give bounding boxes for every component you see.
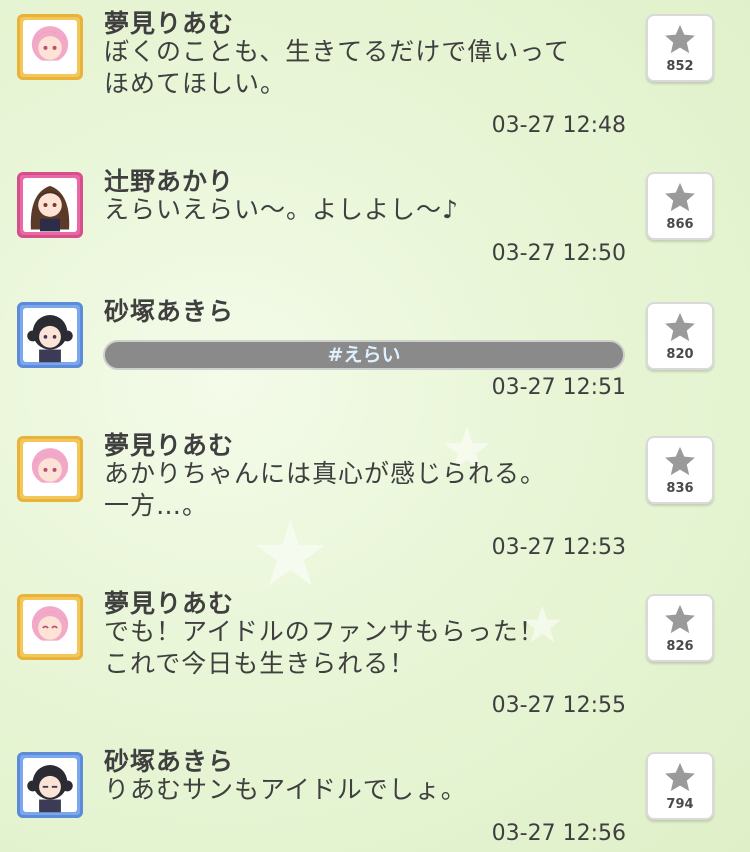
like-button[interactable]: 794 — [646, 752, 714, 820]
poster-name: 夢見りあむ — [104, 9, 235, 38]
star-icon — [665, 604, 695, 634]
timestamp: 03-27 12:55 — [491, 693, 626, 718]
timestamp: 03-27 12:48 — [491, 113, 626, 138]
timestamp: 03-27 12:56 — [491, 821, 626, 846]
like-count: 826 — [666, 639, 694, 654]
poster-name: 夢見りあむ — [104, 431, 235, 460]
hashtag-text: #えらい — [327, 344, 401, 366]
riamu-avatar[interactable] — [17, 436, 83, 502]
like-button[interactable]: 852 — [646, 14, 714, 82]
like-count: 836 — [666, 481, 694, 496]
akari-avatar[interactable] — [17, 172, 83, 238]
star-icon — [665, 24, 695, 54]
like-count: 852 — [666, 59, 694, 74]
riamu-avatar[interactable] — [17, 594, 83, 660]
like-button[interactable]: 866 — [646, 172, 714, 240]
poster-name: 辻野あかり — [104, 167, 235, 196]
message-text: えらいえらい〜。よしよし〜♪ — [104, 195, 459, 224]
message-text: りあむサンもアイドルでしょ。 — [104, 775, 467, 804]
like-button[interactable]: 836 — [646, 436, 714, 504]
akira-avatar[interactable] — [17, 302, 83, 368]
background-star-icon: ★ — [250, 502, 331, 607]
like-button[interactable]: 820 — [646, 302, 714, 370]
hashtag-bar[interactable]: #えらい — [103, 340, 625, 370]
akira-avatar[interactable] — [17, 752, 83, 818]
timestamp: 03-27 12:50 — [491, 241, 626, 266]
message-text: あかりちゃんには真心が感じられる。 一方…。 — [104, 459, 547, 520]
poster-name: 砂塚あきら — [104, 747, 235, 776]
poster-name: 砂塚あきら — [104, 297, 235, 326]
message-text: ぼくのことも、生きてるだけで偉いって ほめてほしい。 — [104, 37, 571, 98]
like-button[interactable]: 826 — [646, 594, 714, 662]
message-text: でも！アイドルのファンサもらった！ これで今日も生きられる！ — [104, 617, 545, 678]
timestamp: 03-27 12:51 — [491, 375, 626, 400]
timestamp: 03-27 12:53 — [491, 535, 626, 560]
like-count: 866 — [666, 217, 694, 232]
like-count: 794 — [666, 797, 694, 812]
riamu-avatar[interactable] — [17, 14, 83, 80]
poster-name: 夢見りあむ — [104, 589, 235, 618]
star-icon — [665, 312, 695, 342]
like-count: 820 — [666, 347, 694, 362]
star-icon — [665, 182, 695, 212]
star-icon — [665, 762, 695, 792]
star-icon — [665, 446, 695, 476]
